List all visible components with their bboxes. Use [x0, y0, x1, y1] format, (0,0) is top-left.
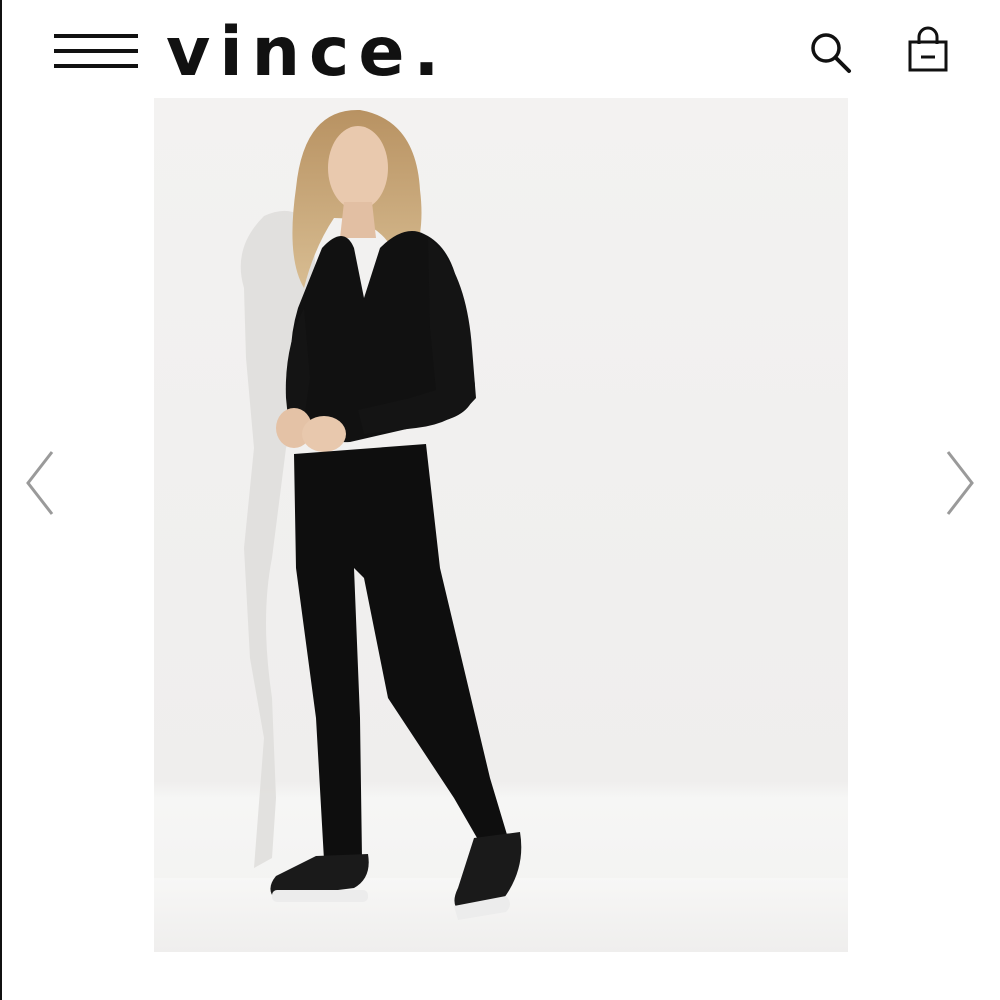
menu-bar — [54, 64, 138, 68]
model-trousers — [294, 444, 508, 860]
menu-bar — [54, 34, 138, 38]
site-header: vince. — [0, 0, 1000, 98]
shopping-bag-icon[interactable] — [902, 24, 954, 78]
product-hero-image — [154, 98, 848, 952]
chevron-right-icon[interactable] — [942, 448, 978, 518]
chevron-left-icon[interactable] — [22, 448, 58, 518]
menu-button[interactable] — [52, 32, 140, 72]
menu-bar — [54, 49, 138, 53]
brand-logo[interactable]: vince. — [166, 18, 448, 88]
left-edge-border — [0, 0, 2, 1000]
model-face — [328, 126, 388, 210]
search-icon[interactable] — [806, 28, 854, 76]
